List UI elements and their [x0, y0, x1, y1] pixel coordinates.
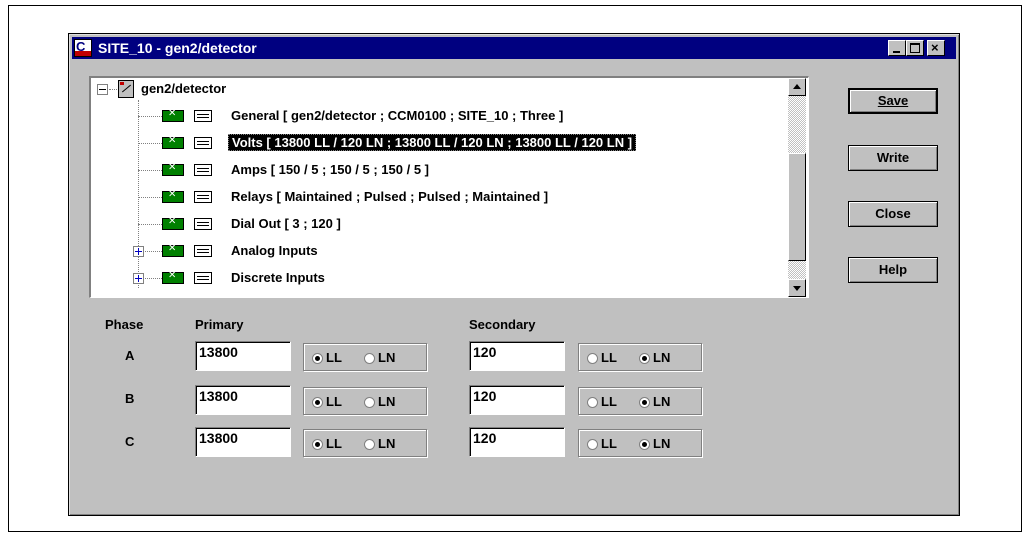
close-window-button[interactable]: ×: [927, 40, 945, 56]
scroll-up-button[interactable]: [788, 78, 806, 96]
primary-header: Primary: [195, 317, 244, 332]
properties-icon: [194, 110, 212, 122]
tree-item-discrete-inputs[interactable]: Discrete Inputs: [231, 268, 325, 290]
properties-icon: [194, 245, 212, 257]
tree-item-volts[interactable]: Volts [ 13800 LL / 120 LN ; 13800 LL / 1…: [228, 133, 637, 155]
tree-scrollbar[interactable]: [788, 78, 806, 297]
secondary-mode-group: LL LN: [578, 343, 702, 371]
tree-content: gen2/detector General [ gen2/detector ; …: [91, 78, 788, 297]
write-button[interactable]: Write: [848, 145, 938, 171]
primary-mode-group: LL LN: [303, 429, 427, 457]
ln-radio[interactable]: [364, 353, 376, 365]
primary-mode-group: LL LN: [303, 387, 427, 415]
scroll-down-button[interactable]: [788, 279, 806, 297]
secondary-mode-group: LL LN: [578, 387, 702, 415]
properties-icon: [194, 191, 212, 203]
ln-radio[interactable]: [639, 439, 651, 451]
secondary-header: Secondary: [469, 317, 536, 332]
status-icon: [162, 162, 184, 176]
app-icon[interactable]: C: [74, 39, 92, 57]
help-button[interactable]: Help: [848, 257, 938, 283]
tree-connector: [109, 89, 117, 90]
tree-root[interactable]: gen2/detector: [141, 79, 226, 101]
secondary-mode-group: LL LN: [578, 429, 702, 457]
tree-connector: [145, 278, 162, 279]
scroll-thumb[interactable]: [788, 153, 806, 261]
status-icon: [162, 270, 184, 284]
properties-icon: [194, 137, 212, 149]
dialog-window: C SITE_10 - gen2/detector × gen2/detecto…: [68, 33, 960, 516]
tree-item-analog-inputs[interactable]: Analog Inputs: [231, 241, 318, 263]
primary-mode-group: LL LN: [303, 343, 427, 371]
ll-radio[interactable]: [587, 397, 599, 409]
close-button[interactable]: Close: [848, 201, 938, 227]
tree-root-label: gen2/detector: [141, 81, 227, 96]
ll-radio[interactable]: [587, 439, 599, 451]
collapse-toggle[interactable]: [97, 84, 108, 95]
tree-connector: [138, 197, 162, 198]
expand-toggle[interactable]: [133, 273, 144, 284]
ln-radio[interactable]: [639, 353, 651, 365]
tree-connector: [138, 224, 162, 225]
primary-input[interactable]: 13800: [195, 385, 291, 415]
device-icon: [118, 80, 134, 98]
secondary-input[interactable]: 120: [469, 385, 565, 415]
ll-radio[interactable]: [587, 353, 599, 365]
title-bar[interactable]: C SITE_10 - gen2/detector ×: [72, 37, 956, 59]
status-icon: [162, 135, 184, 149]
ln-radio[interactable]: [364, 439, 376, 451]
maximize-button[interactable]: [906, 40, 924, 56]
secondary-input[interactable]: 120: [469, 341, 565, 371]
phase-label: C: [125, 434, 135, 449]
tree-item-relays[interactable]: Relays [ Maintained ; Pulsed ; Pulsed ; …: [231, 187, 548, 209]
minimize-button[interactable]: [888, 40, 906, 56]
status-icon: [162, 189, 184, 203]
ll-radio[interactable]: [312, 397, 324, 409]
phase-label: A: [125, 348, 135, 363]
properties-icon: [194, 218, 212, 230]
tree-connector: [138, 170, 162, 171]
tree-item-amps[interactable]: Amps [ 150 / 5 ; 150 / 5 ; 150 / 5 ]: [231, 160, 429, 182]
tree-item-general[interactable]: General [ gen2/detector ; CCM0100 ; SITE…: [231, 106, 563, 128]
tree-connector: [138, 100, 139, 288]
close-icon: ×: [931, 40, 939, 55]
ll-radio[interactable]: [312, 353, 324, 365]
config-tree[interactable]: gen2/detector General [ gen2/detector ; …: [89, 76, 809, 298]
primary-input[interactable]: 13800: [195, 341, 291, 371]
primary-input[interactable]: 13800: [195, 427, 291, 457]
phase-label: B: [125, 391, 135, 406]
status-icon: [162, 216, 184, 230]
phase-header: Phase: [105, 317, 144, 332]
status-icon: [162, 243, 184, 257]
ln-radio[interactable]: [639, 397, 651, 409]
tree-connector: [138, 116, 162, 117]
tree-connector: [138, 143, 162, 144]
ln-radio[interactable]: [364, 397, 376, 409]
properties-icon: [194, 272, 212, 284]
save-button[interactable]: Save: [848, 88, 938, 114]
tree-connector: [145, 251, 162, 252]
tree-item-dial-out[interactable]: Dial Out [ 3 ; 120 ]: [231, 214, 341, 236]
ll-radio[interactable]: [312, 439, 324, 451]
expand-toggle[interactable]: [133, 246, 144, 257]
status-icon: [162, 108, 184, 122]
properties-icon: [194, 164, 212, 176]
arrow-up-icon: [793, 84, 801, 89]
arrow-down-icon: [793, 286, 801, 291]
secondary-input[interactable]: 120: [469, 427, 565, 457]
window-title: SITE_10 - gen2/detector: [98, 40, 257, 56]
